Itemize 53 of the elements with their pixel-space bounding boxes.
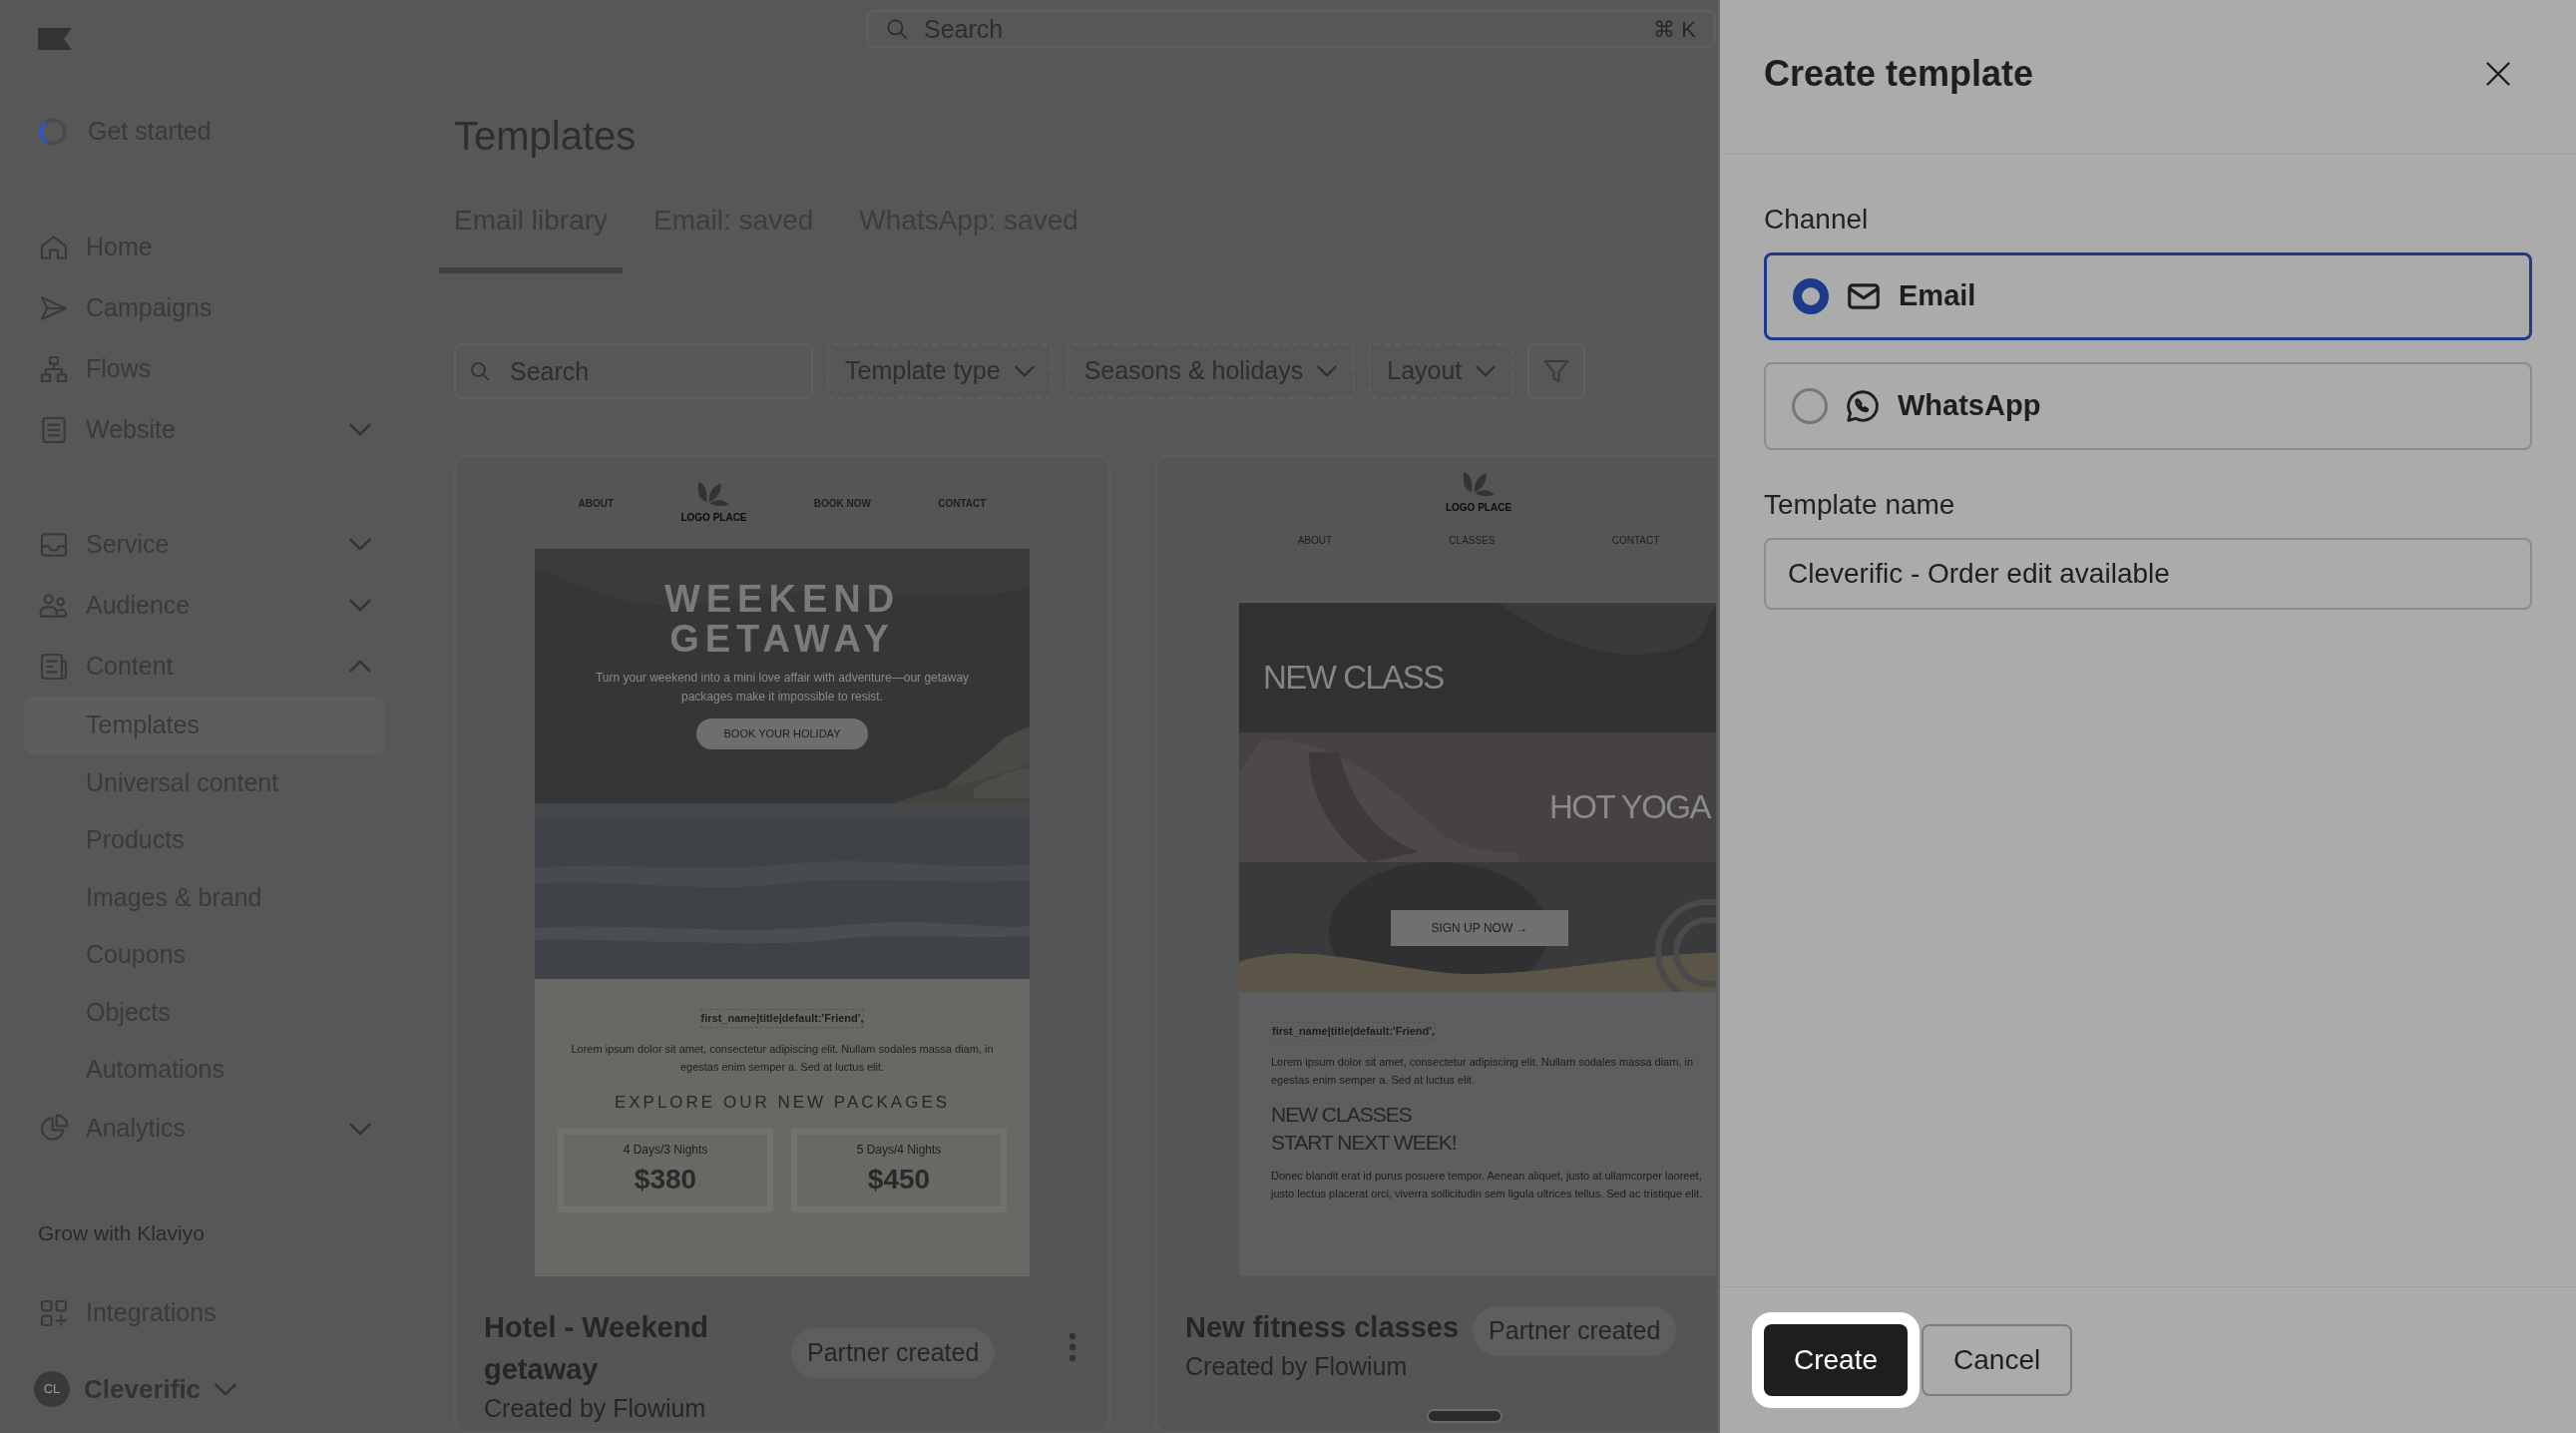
field-label: Channel — [1764, 203, 1870, 237]
email-banner-text: NEW CLASS — [1263, 658, 1444, 698]
chevron-down-icon — [215, 1382, 237, 1396]
panel-title: Create template — [1764, 52, 2034, 96]
radio-button[interactable] — [1793, 278, 1829, 314]
search-icon — [468, 359, 492, 383]
logo-caption: LOGO PLACE — [1445, 501, 1512, 515]
email-greeting: first_name|title|default:'Friend', — [699, 1009, 865, 1028]
logo-icon — [38, 28, 72, 50]
email-section-heading: NEW CLASSES — [1271, 1101, 1413, 1128]
chevron-down-icon — [1317, 365, 1338, 377]
email-headline: GETAWAY — [669, 619, 895, 659]
email-cta-button: BOOK YOUR HOLIDAY — [695, 718, 869, 749]
template-card[interactable] — [1155, 455, 1716, 1433]
filter-button[interactable] — [1527, 343, 1586, 399]
field-label: Template name — [1764, 488, 1956, 522]
cancel-button[interactable]: Cancel — [1922, 1324, 2073, 1396]
progress-ring-icon — [38, 117, 68, 147]
email-banner-text: HOT YOGA — [1549, 787, 1710, 827]
package-price: $380 — [634, 1163, 697, 1196]
avatar: CL — [34, 1371, 70, 1407]
logo-caption: LOGO PLACE — [680, 511, 747, 525]
email-intro-text: Turn your weekend into a mini love affair with adventure—our getaway packages make it impossible to resist. — [594, 670, 971, 706]
channel-option[interactable]: Email — [1764, 252, 2532, 340]
email-nav-link: CONTACT — [1611, 534, 1660, 548]
leaf-logo-icon — [1462, 471, 1496, 499]
package-name: 4 Days/3 Nights — [623, 1142, 708, 1159]
email-body-text: Lorem ipsum dolor sit amet, consectetur adipiscing elit. Nullam sodales massa diam, in egestas enim semper a. Sed at luctus elit. — [1271, 1054, 1695, 1088]
email-section-heading: EXPLORE OUR NEW PACKAGES — [614, 1091, 951, 1114]
email-section-heading: START NEXT WEEK! — [1271, 1129, 1458, 1156]
channel-option[interactable]: WhatsApp — [1764, 362, 2532, 450]
template-name-field[interactable]: Cleverific - Order edit available — [1764, 538, 2532, 610]
package-price: $450 — [867, 1163, 931, 1196]
email-body-text: Donec blandit erat id purus posuere tempor. Aenean aliquet, justo at ullamcorper laoreet, justo lectus placerat orci, viverra sollicitudin sem ligula ultrices tellus. Sed ac tristique elit. — [1271, 1168, 1704, 1201]
kebab-icon — [1069, 1332, 1076, 1362]
partner-badge: Partner created — [791, 1328, 996, 1378]
template-card[interactable] — [454, 455, 1110, 1433]
chevron-down-icon — [1476, 365, 1497, 377]
scroll-handle[interactable] — [1427, 1409, 1503, 1423]
email-nav-link: CONTACT — [938, 496, 987, 511]
email-nav-link: ABOUT — [578, 496, 615, 511]
search-icon — [884, 16, 910, 42]
leaf-logo-icon — [696, 481, 731, 509]
email-greeting: first_name|title|default:'Friend', — [1271, 1022, 1436, 1041]
chat-bubble-icon — [1844, 387, 1882, 425]
package-name: 5 Days/4 Nights — [856, 1142, 942, 1159]
email-body-text: Lorem ipsum dolor sit amet, consectetur adipiscing elit. Nullam sodales massa diam, in egestas enim semper a. Sed at luctus elit. — [570, 1041, 995, 1075]
partner-badge: Partner created — [1473, 1306, 1677, 1356]
chevron-down-icon — [1014, 365, 1035, 377]
email-headline: WEEKEND — [663, 579, 901, 619]
email-cta-button: SIGN UP NOW → — [1391, 910, 1568, 946]
email-nav-link: CLASSES — [1449, 534, 1496, 548]
radio-button[interactable] — [1792, 388, 1828, 424]
